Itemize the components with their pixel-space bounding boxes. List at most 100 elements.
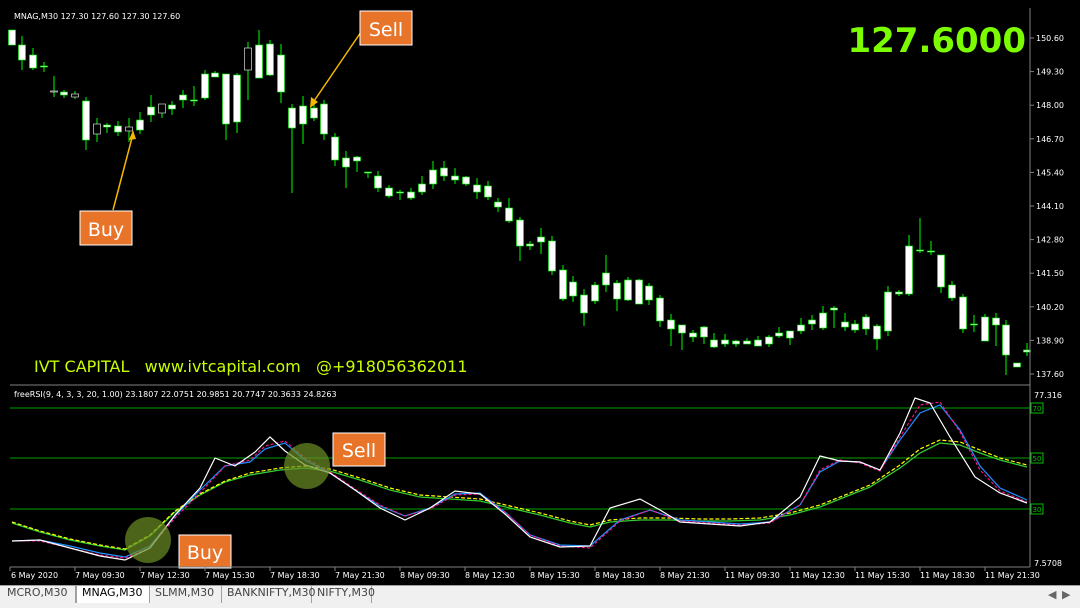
candle-body	[624, 279, 632, 301]
sell-marker-circle	[284, 443, 330, 489]
candle-body	[591, 284, 599, 302]
candle-body	[484, 185, 492, 198]
time-axis-label: 8 May 18:30	[595, 571, 645, 580]
candle-body	[516, 219, 524, 247]
price-axis-label: 140.20	[1036, 303, 1064, 312]
candle-body	[862, 316, 870, 330]
candle-body	[526, 243, 534, 247]
candle-body	[1013, 362, 1021, 368]
candle-body	[147, 106, 155, 116]
candle-body	[331, 136, 339, 161]
candle-body	[775, 332, 783, 337]
candle-body	[353, 156, 361, 162]
candle-body	[244, 47, 252, 71]
price-axis-label: 138.90	[1036, 336, 1064, 345]
price-axis-label: 150.60	[1036, 34, 1064, 43]
candle-body	[494, 201, 502, 208]
candle-body	[851, 323, 859, 331]
candle-body	[385, 187, 393, 197]
candle-body	[1023, 349, 1031, 353]
candle-body	[473, 184, 481, 193]
candle-body	[992, 317, 1000, 326]
tab-mcro[interactable]: MCRO,M30	[2, 586, 76, 603]
level-tag-50: 50	[1030, 452, 1044, 464]
candle-body	[266, 43, 274, 76]
candle-body	[451, 175, 459, 181]
chart-canvas[interactable]: MNAG,M30 127.30 127.60 127.30 127.60 127…	[0, 0, 1080, 608]
candle-body	[277, 54, 285, 93]
candle-body	[602, 272, 610, 286]
price-axis-label: 149.30	[1036, 68, 1064, 77]
price-axis-label: 146.70	[1036, 135, 1064, 144]
candle-body	[959, 296, 967, 330]
candle-body	[786, 330, 794, 339]
time-axis-label: 7 May 15:30	[205, 571, 255, 580]
candle-body	[1002, 324, 1010, 356]
price-axis-label: 145.40	[1036, 168, 1064, 177]
candle-body	[114, 125, 122, 133]
time-axis-label: 11 May 15:30	[855, 571, 910, 580]
candle-body	[18, 44, 26, 61]
candle-body	[40, 65, 48, 68]
candle-body	[462, 176, 470, 185]
level-tag-30-text: 30	[1033, 506, 1042, 514]
candle-body	[895, 291, 903, 295]
candle-body	[678, 324, 686, 334]
candle-body	[222, 73, 230, 125]
candle-body	[233, 74, 241, 123]
candle-body	[656, 297, 664, 322]
time-axis-label: 7 May 18:30	[270, 571, 320, 580]
candle-body	[320, 103, 328, 135]
candle-body	[613, 282, 621, 300]
candle-body	[93, 123, 101, 135]
candle-body	[537, 236, 545, 243]
candle-body	[288, 107, 296, 129]
candle-body	[103, 124, 111, 128]
sell-bottom-label: Sell	[342, 440, 376, 462]
candle-body	[970, 323, 978, 326]
candle-body	[700, 326, 708, 338]
price-axis-label: 141.50	[1036, 269, 1064, 278]
price-axis-label: 148.00	[1036, 101, 1064, 110]
candle-body	[905, 245, 913, 295]
time-axis-label: 8 May 15:30	[530, 571, 580, 580]
level-tag-70-text: 70	[1033, 405, 1042, 413]
time-axis-label: 6 May 2020	[11, 571, 58, 580]
time-axis-label: 11 May 21:30	[985, 571, 1040, 580]
tab-nifty[interactable]: NIFTY,M30	[312, 586, 375, 603]
candle-body	[342, 157, 350, 168]
candle-body	[310, 107, 318, 119]
tab-banknifty[interactable]: BANKNIFTY,M30	[222, 586, 316, 603]
candle-body	[201, 73, 209, 99]
candle-body	[732, 340, 740, 345]
candle-body	[819, 312, 827, 329]
candle-body	[580, 294, 588, 314]
level-tag-50-text: 50	[1033, 455, 1042, 463]
candle-body	[710, 339, 718, 348]
candle-body	[50, 90, 58, 93]
candle-body	[569, 281, 577, 297]
time-axis-label: 8 May 12:30	[465, 571, 515, 580]
candle-body	[916, 249, 924, 252]
candle-body	[440, 167, 448, 177]
candle-body	[255, 44, 263, 79]
tab-mnag[interactable]: MNAG,M30	[76, 586, 150, 603]
candle-body	[873, 325, 881, 340]
tab-scroll-left-icon[interactable]: ◀	[1048, 588, 1056, 601]
tab-scroll-right-icon[interactable]: ▶	[1062, 588, 1070, 601]
candle-body	[364, 171, 372, 174]
time-axis-label: 7 May 21:30	[335, 571, 385, 580]
level-tag-30: 30	[1030, 503, 1044, 515]
chart-tab-bar: MCRO,M30 MNAG,M30 SLMM,M30 BANKNIFTY,M30…	[0, 585, 1080, 608]
candle-body	[158, 103, 166, 114]
buy-bottom-label: Buy	[187, 542, 223, 564]
candle-body	[689, 332, 697, 338]
candle-body	[211, 72, 219, 78]
candle-body	[667, 319, 675, 330]
candle-body	[190, 99, 198, 102]
tab-slmm[interactable]: SLMM,M30	[150, 586, 222, 603]
candle-body	[797, 324, 805, 332]
candle-body	[559, 269, 567, 300]
candle-body	[82, 100, 90, 141]
candle-body	[754, 339, 762, 347]
